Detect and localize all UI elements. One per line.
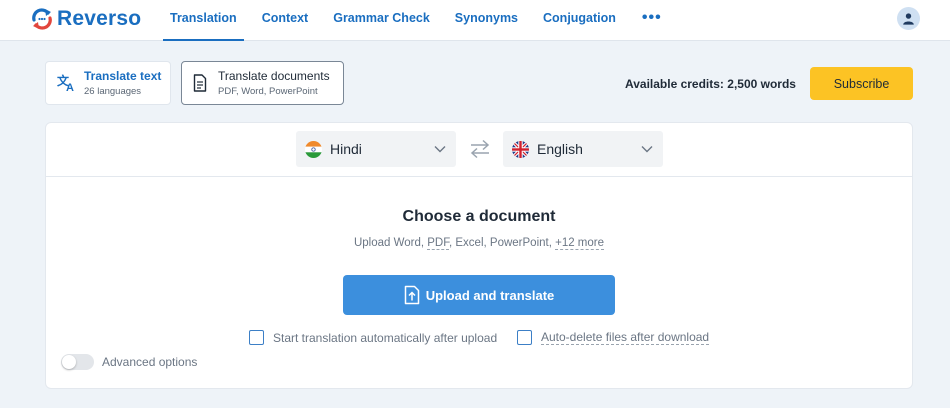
auto-delete-checkbox[interactable] [517,330,532,345]
auto-delete-option[interactable]: Auto-delete files after download [517,330,710,345]
top-bar: Reverso Translation Context Grammar Chec… [0,0,950,41]
auto-start-option[interactable]: Start translation automatically after up… [249,330,497,345]
reverso-logo[interactable]: Reverso [30,6,141,32]
advanced-options-toggle[interactable] [61,354,94,370]
auto-start-label: Start translation automatically after up… [273,330,498,345]
upload-button-label: Upload and translate [425,287,555,303]
chevron-down-icon [641,146,653,153]
nav-conjugation[interactable]: Conjugation [536,0,623,41]
user-icon [903,13,914,25]
more-formats-link[interactable]: +12 more [555,237,605,250]
translate-documents-title: Translate documents [218,69,330,83]
user-avatar-button[interactable] [897,7,920,30]
auto-start-checkbox[interactable] [249,330,264,345]
translate-documents-subtitle: PDF, Word, PowerPoint [218,86,318,97]
formats-prefix: Upload Word, [353,237,428,249]
svg-text:A: A [66,82,74,92]
supported-formats-text: Upload Word, PDF, Excel, PowerPoint, +12… [46,237,912,250]
nav-synonyms[interactable]: Synonyms [448,0,525,41]
source-language-select[interactable]: Hindi [296,131,456,167]
advanced-options[interactable]: Advanced options [61,354,197,370]
upload-and-translate-button[interactable]: Upload and translate [343,275,615,315]
uk-flag-icon [512,140,529,158]
translate-icon: 文 A [50,74,84,92]
upload-file-icon [404,285,419,305]
formats-rest: , Excel, PowerPoint, [449,237,556,249]
nav-grammar-check[interactable]: Grammar Check [326,0,437,41]
translate-text-tab[interactable]: 文 A Translate text 26 languages [45,61,171,105]
toggle-knob [62,355,76,369]
main-nav: Translation Context Grammar Check Synony… [163,0,670,41]
translate-text-subtitle: 26 languages [84,86,142,97]
chevron-down-icon [434,146,446,153]
target-language-name: English [537,141,583,157]
subscribe-button[interactable]: Subscribe [810,67,913,100]
india-flag-icon [305,140,322,158]
choose-document-title: Choose a document [402,208,556,225]
source-language-name: Hindi [330,141,362,157]
reverso-logo-icon [32,8,52,30]
language-bar: Hindi English [46,123,912,177]
more-menu-icon[interactable]: ••• [634,0,670,41]
nav-translation[interactable]: Translation [163,0,244,41]
nav-context[interactable]: Context [255,0,316,41]
pdf-format-tooltip[interactable]: PDF [427,237,449,250]
available-credits: Available credits: 2,500 words [625,77,796,91]
brand-name: Reverso [57,7,142,30]
translate-documents-tab[interactable]: Translate documents PDF, Word, PowerPoin… [181,61,344,105]
advanced-options-label: Advanced options [102,355,198,369]
translate-text-title: Translate text [84,69,162,83]
auto-delete-label: Auto-delete files after download [541,330,710,345]
target-language-select[interactable]: English [503,131,663,167]
document-translation-card: Hindi English Choose a document Upload W… [45,122,913,389]
swap-languages-icon[interactable] [468,139,492,159]
document-icon [182,74,218,92]
